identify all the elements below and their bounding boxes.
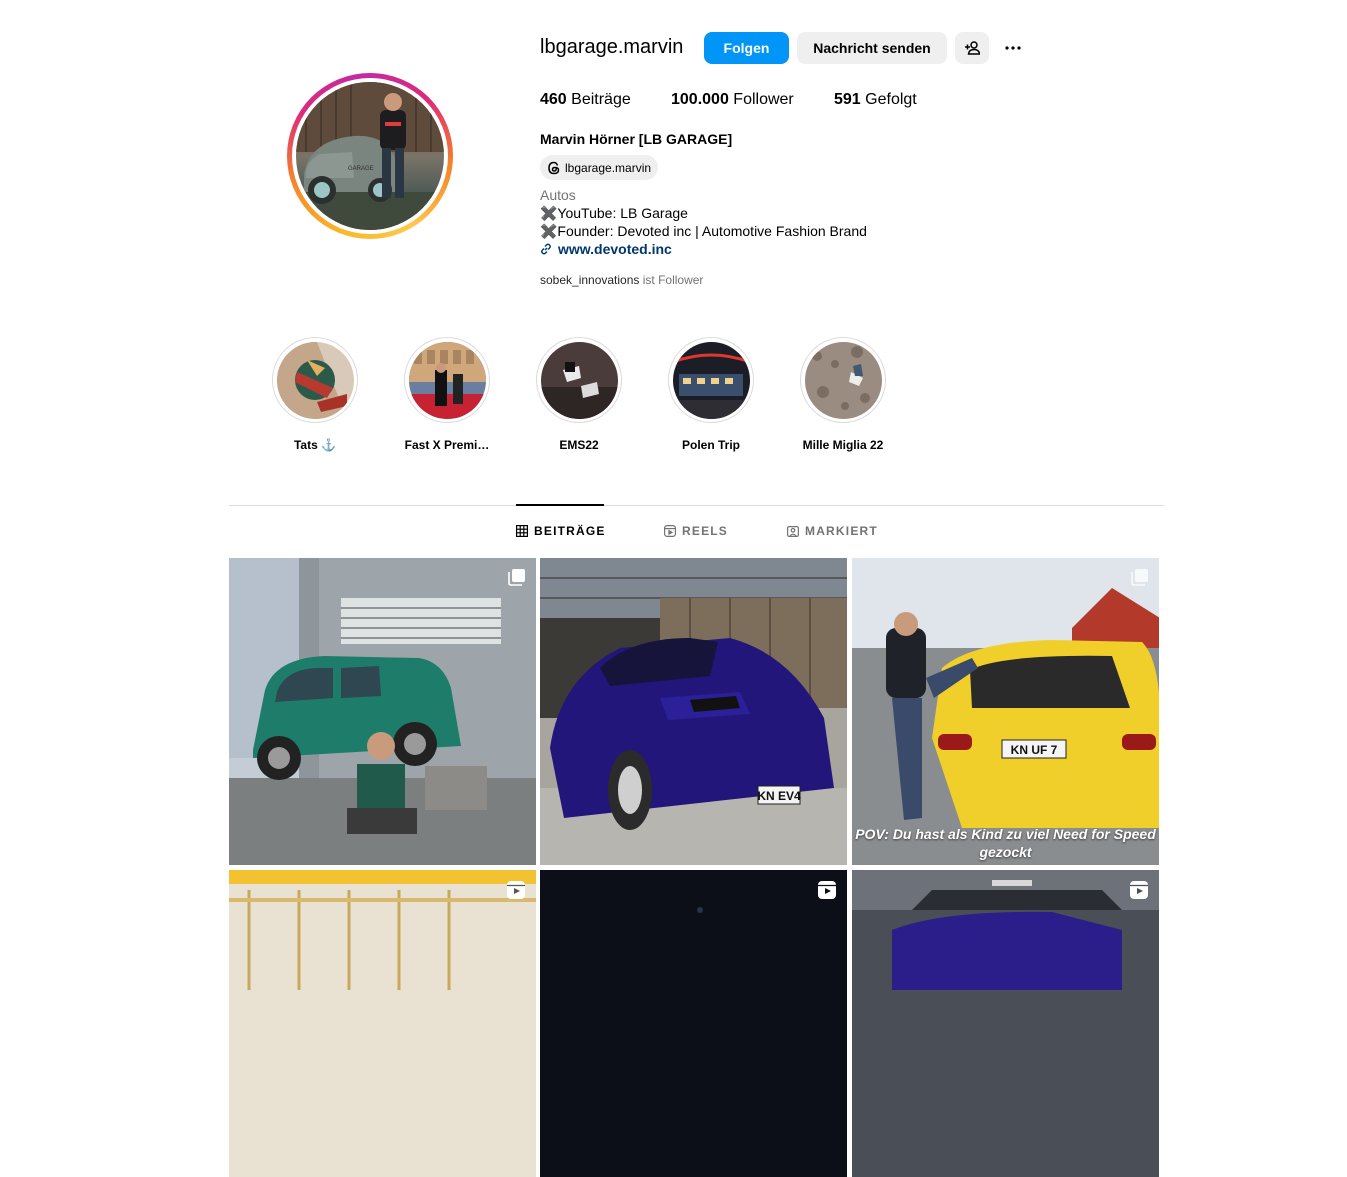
post-tile[interactable] [852, 870, 1159, 1177]
carousel-icon [1131, 569, 1148, 586]
tab-reels[interactable]: REELS [664, 524, 728, 538]
highlight-item[interactable]: Polen Trip [668, 337, 754, 452]
following-count: 591 [834, 91, 861, 108]
highlight-label: Tats ⚓️ [293, 438, 337, 452]
highlight-ring [272, 337, 358, 423]
followers-stat[interactable]: 100.000 Follower [671, 91, 794, 109]
highlight-label: Fast X Premi… [404, 438, 490, 452]
highlight-item[interactable]: Tats ⚓️ [272, 337, 358, 452]
post-tile[interactable]: KN EV4 [540, 558, 847, 865]
following-label: Gefolgt [865, 91, 917, 108]
followers-label: Follower [733, 91, 794, 108]
highlight-label: EMS22 [559, 438, 599, 452]
send-message-button[interactable]: Nachricht senden [797, 32, 947, 64]
reel-icon [818, 881, 836, 899]
license-plate-text: KN EV4 [757, 789, 801, 803]
active-tab-indicator [516, 504, 604, 506]
followed-by-username[interactable]: sobek_innovations [540, 273, 639, 287]
highlight-cover [540, 341, 618, 419]
profile-username: lbgarage.marvin [540, 36, 684, 58]
posts-count: 460 [540, 91, 567, 108]
tabs-divider [229, 505, 1164, 506]
bio-line-youtube: ✖️YouTube: LB Garage [540, 205, 688, 221]
tab-reels-label: REELS [682, 524, 729, 538]
highlight-cover [276, 341, 354, 419]
bio-line-founder: ✖️Founder: Devoted inc | Automotive Fash… [540, 223, 867, 239]
add-user-icon [965, 41, 980, 55]
more-dots-icon [1005, 46, 1021, 50]
posts-label: Beiträge [571, 91, 631, 108]
more-options-button[interactable] [999, 32, 1027, 64]
post-tile[interactable] [540, 870, 847, 1177]
posts-count-stat: 460 Beiträge [540, 91, 631, 109]
highlight-ring [404, 337, 490, 423]
highlight-ring [536, 337, 622, 423]
highlight-label: Mille Miglia 22 [802, 438, 884, 452]
threads-badge[interactable]: lbgarage.marvin [540, 155, 659, 180]
highlight-cover [804, 341, 882, 419]
tab-posts[interactable]: BEITRÄGE [516, 524, 606, 538]
reel-icon [507, 881, 525, 899]
tab-tagged-label: MARKIERT [805, 524, 878, 538]
threads-handle: lbgarage.marvin [565, 160, 652, 175]
highlight-cover [672, 341, 750, 419]
post-caption-overlay: POV: Du hast als Kind zu viel Need for S… [855, 826, 1156, 860]
followed-by-text[interactable]: sobek_innovations ist Follower [540, 273, 703, 287]
post-tile[interactable] [229, 870, 536, 1177]
follow-button[interactable]: Folgen [704, 32, 789, 64]
link-icon [541, 243, 551, 255]
threads-icon [548, 161, 560, 174]
bio-link-text[interactable]: www.devoted.inc [558, 241, 672, 257]
highlight-ring [800, 337, 886, 423]
grid-icon [516, 525, 528, 537]
bio-link[interactable]: www.devoted.inc [540, 241, 672, 257]
reels-icon [664, 525, 676, 537]
tagged-icon [787, 526, 799, 537]
profile-category: Autos [540, 187, 576, 203]
carousel-icon [508, 569, 525, 586]
tab-tagged[interactable]: MARKIERT [787, 524, 878, 538]
reel-icon [1130, 881, 1148, 899]
highlight-item[interactable]: EMS22 [536, 337, 622, 452]
post-tile[interactable]: KN UF 7 POV: Du hast als Kind zu viel Ne… [852, 558, 1159, 865]
tab-posts-label: BEITRÄGE [534, 524, 606, 538]
highlight-ring [668, 337, 754, 423]
highlight-item[interactable]: Fast X Premi… [404, 337, 490, 452]
avatar[interactable]: GARAGE [296, 82, 444, 230]
highlight-item[interactable]: Mille Miglia 22 [800, 337, 886, 452]
followers-count: 100.000 [671, 91, 729, 108]
highlight-cover [408, 341, 486, 419]
svg-text:GARAGE: GARAGE [348, 166, 374, 172]
profile-full-name: Marvin Hörner [LB GARAGE] [540, 131, 733, 147]
followed-by-suffix: ist Follower [642, 273, 704, 287]
license-plate-text: KN UF 7 [1011, 743, 1058, 757]
following-stat[interactable]: 591 Gefolgt [834, 91, 917, 109]
suggested-users-button[interactable] [955, 32, 989, 64]
post-tile[interactable] [229, 558, 536, 865]
highlight-label: Polen Trip [681, 438, 740, 452]
